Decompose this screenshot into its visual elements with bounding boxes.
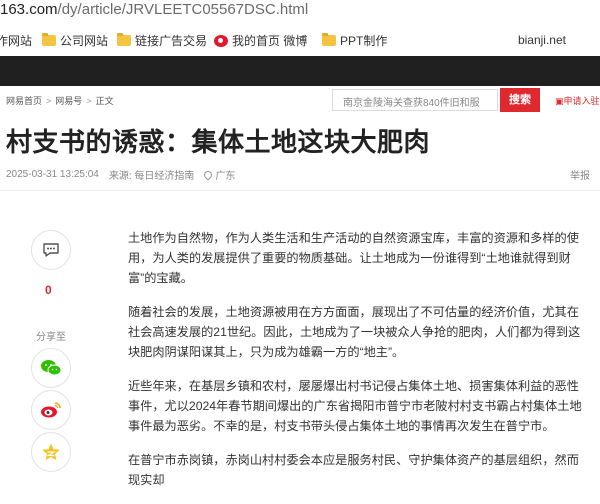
breadcrumb-channel[interactable]: 网易号: [55, 94, 82, 107]
folder-icon: [322, 33, 336, 46]
weibo-icon: [41, 402, 61, 418]
article-paragraph: 土地作为自然物，作为人类生活和生产活动的自然资源宝库，丰富的资源和多样的使用，为…: [128, 231, 579, 285]
share-wechat-button[interactable]: [31, 348, 71, 388]
bookmark-item[interactable]: 作网站: [0, 32, 32, 49]
article-paragraph: 在普宁市赤岗镇，赤岗山村村委会本应是服务村民、守护集体资产的基层组织，然而现实却: [128, 453, 579, 487]
register-icon: ▣: [555, 96, 564, 106]
bookmark-label: 公司网站: [60, 34, 109, 48]
site-header-bar: [0, 56, 600, 86]
url-host: 163.com: [0, 1, 58, 18]
location-pin-icon: [202, 169, 215, 181]
location-label: 广东: [215, 171, 236, 182]
bookmark-label: PPT制作: [340, 34, 388, 48]
article-title: 村支书的诱惑：集体土地这块大肥肉: [6, 127, 431, 157]
search-input[interactable]: 南京金陵海关查获840件旧和服: [332, 89, 498, 111]
divider: [0, 190, 600, 191]
bookmark-item[interactable]: 公司网站: [42, 32, 108, 49]
bookmark-label: 作网站: [0, 34, 33, 48]
article-meta: 2025-03-31 13:25:04 来源: 每日经济指南 广东: [6, 167, 235, 182]
register-link[interactable]: ▣申请入驻: [555, 94, 600, 107]
share-weibo-button[interactable]: [31, 390, 71, 430]
folder-icon: [42, 33, 56, 46]
comment-count[interactable]: 0: [45, 283, 52, 297]
article-paragraph: 近些年来，在基层乡镇和农村，屡屡爆出村书记侵占集体土地、损害集体利益的恶性事件，…: [128, 379, 582, 433]
search-button[interactable]: 搜索: [500, 88, 540, 112]
breadcrumb-separator: >: [46, 95, 52, 106]
qzone-star-icon: [42, 443, 60, 461]
bookmark-item[interactable]: 链接广告交易: [117, 32, 207, 49]
bookmark-label: 我的首页 微博: [232, 34, 308, 48]
weibo-icon: [214, 34, 228, 47]
article-body: 土地作为自然物，作为人类生活和生产活动的自然资源宝库，丰富的资源和多样的使用，为…: [128, 228, 590, 504]
comment-icon: [43, 243, 59, 257]
report-link[interactable]: 举报: [570, 167, 590, 182]
article-paragraph: 随着社会的发展，土地资源被用在方方面面，展现出了不可估量的经济价值，尤其在社会高…: [128, 305, 581, 359]
register-label: 申请入驻: [563, 96, 600, 106]
share-label: 分享至: [36, 332, 66, 343]
bookmarks-bar: 作网站 公司网站 链接广告交易 我的首页 微博 PPT制作 bianji.net: [0, 26, 600, 54]
article-datetime: 2025-03-31 13:25:04: [6, 169, 99, 180]
bookmark-item[interactable]: PPT制作: [322, 32, 387, 49]
url-path: /dy/article/JRVLEETC05567DSC.html: [57, 1, 309, 18]
wechat-icon: [41, 360, 62, 376]
bookmark-site-name[interactable]: bianji.net: [518, 33, 566, 47]
article-location: 广东: [202, 167, 236, 182]
article-source[interactable]: 来源: 每日经济指南: [109, 167, 195, 182]
breadcrumb-home[interactable]: 网易首页: [6, 94, 42, 107]
bookmark-label: 链接广告交易: [135, 34, 208, 48]
comment-button[interactable]: [31, 230, 71, 270]
bookmark-item[interactable]: 我的首页 微博: [214, 32, 307, 49]
breadcrumb: 网易首页 > 网易号 > 正文: [6, 94, 114, 107]
share-qzone-button[interactable]: [31, 432, 71, 472]
address-bar[interactable]: 163.com/dy/article/JRVLEETC05567DSC.html: [0, 0, 600, 22]
breadcrumb-separator: >: [86, 95, 92, 106]
breadcrumb-current: 正文: [95, 96, 114, 106]
folder-icon: [117, 33, 131, 46]
